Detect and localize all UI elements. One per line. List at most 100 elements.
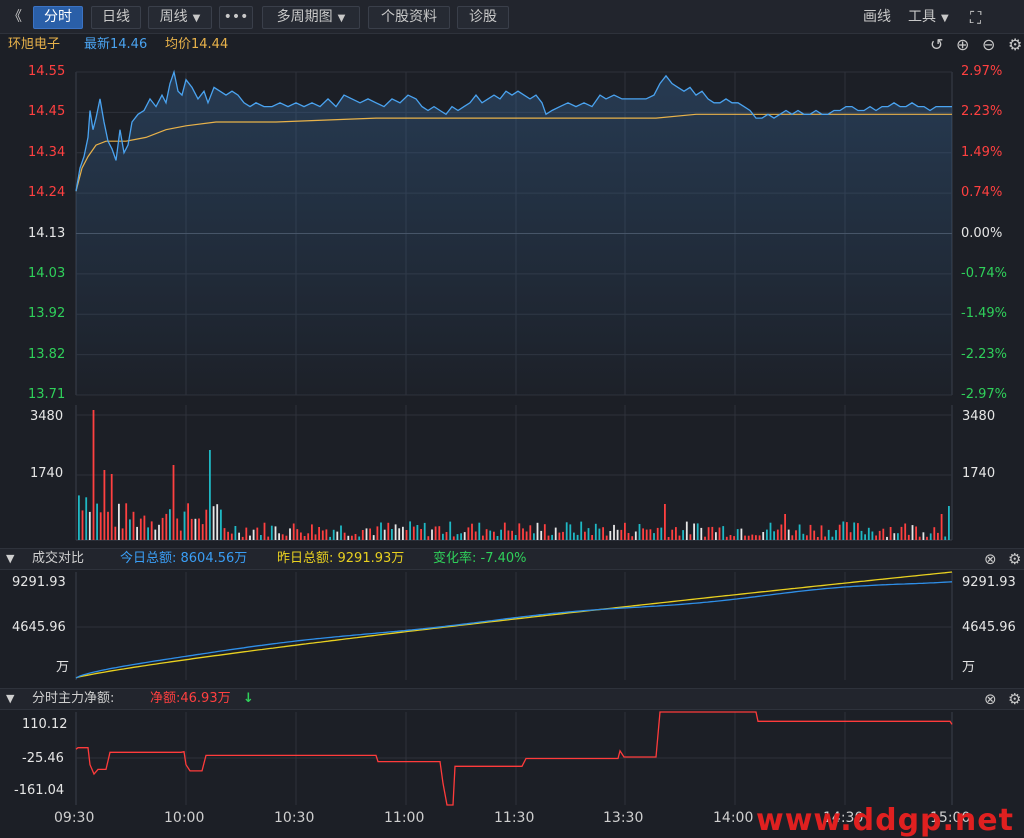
time-tick-label: 13:30 [603,810,644,826]
percent-tick-label: 2.97% [961,64,1003,79]
volume-bar [638,524,641,540]
volume-bar [682,530,684,540]
change-rate: 变化率: -7.40% [433,551,527,566]
volume-bar [405,530,408,540]
volume-bar [871,531,874,540]
volume-bar [514,535,517,540]
volume-bar [420,529,422,540]
volume-bar [474,531,477,540]
volume-bar [831,536,834,540]
volume-bar [569,524,572,540]
volume-bar [201,524,204,540]
volume-bar [274,526,277,540]
volume-bar [533,533,535,540]
volume-bar [329,536,331,540]
volume-bar [634,531,637,540]
volume-bar [147,527,149,540]
flow-axis-top: 110.12 [22,717,68,732]
volume-bar [857,523,859,540]
volume-bar [776,529,779,540]
volume-bar [540,530,543,540]
compare-axis-top-left: 9291.93 [12,575,66,590]
volume-bar [926,536,928,540]
volume-bar [813,530,816,540]
volume-bar [707,527,710,540]
volume-bar [220,509,222,540]
close-icon[interactable]: ⊗ [984,689,997,709]
price-tick-label: 13.92 [28,306,66,322]
compare-axis-top-right: 9291.93 [962,575,1016,590]
volume-bar [354,534,357,540]
time-tick-label: 11:00 [384,810,425,826]
close-icon[interactable]: ⊗ [984,549,997,569]
volume-bar [412,526,415,540]
time-tick-label: 11:30 [494,810,535,826]
volume-bar [445,532,448,540]
volume-bar [442,533,444,540]
collapse-icon[interactable]: ▼ [6,689,14,709]
volume-bar [369,528,371,540]
volume-bar [325,529,328,540]
volume-bar [216,504,219,540]
volume-bar [332,529,335,540]
volume-bar [642,528,644,540]
volume-bar [249,535,251,540]
volume-bar [602,527,604,540]
main-flow-title-bar: ▼ 分时主力净额: 净额:46.93万 ↓ ⊗ ⚙ [0,688,1024,710]
volume-bar [438,526,441,540]
volume-bar [784,514,786,540]
volume-bar [209,450,211,540]
volume-bar [347,535,350,540]
volume-axis-top-left: 3480 [30,409,64,424]
volume-bar [118,503,120,540]
volume-bar [587,528,590,540]
volume-bar [496,536,499,540]
volume-bar [933,527,936,540]
volume-bar [482,535,484,540]
volume-bar [179,530,182,540]
volume-bar [478,522,481,540]
volume-bar [85,497,88,540]
volume-bar [613,524,615,540]
volume-bar [198,518,200,540]
settings-icon[interactable]: ⚙ [1008,549,1021,569]
volume-bar [889,527,892,540]
volume-bar [183,511,186,540]
compare-axis-mid-left: 4645.96 [12,620,66,635]
volume-bar [802,533,805,540]
volume-bar [882,528,885,540]
volume-axis-mid-right: 1740 [962,466,996,481]
volume-bar [795,530,797,540]
price-tick-label: 14.34 [28,144,66,160]
volume-bar [867,527,870,540]
volume-bar [449,521,452,540]
price-tick-label: 14.13 [28,225,66,241]
collapse-icon[interactable]: ▼ [6,549,14,569]
volume-bar [103,470,106,540]
volume-bar [929,533,932,540]
volume-bar [212,506,215,540]
flow-axis-mid: -25.46 [22,751,64,766]
settings-icon[interactable]: ⚙ [1008,689,1021,709]
volume-bar [907,534,910,540]
volume-bar [547,535,550,540]
volume-bar [285,535,288,540]
volume-bar [456,534,459,540]
time-tick-label: 14:00 [713,810,754,826]
volume-compare-title: 成交对比 [32,551,85,566]
volume-bar [620,529,623,540]
volume-bar [500,529,502,540]
volume-bar [416,525,419,540]
volume-bar [252,529,255,540]
volume-bar [897,533,899,540]
volume-bar [125,503,128,540]
volume-bar [136,526,138,540]
volume-bar [143,515,146,540]
volume-bar [937,532,939,540]
volume-bar [915,526,917,540]
volume-bar [762,532,765,540]
volume-bar [522,528,524,540]
volume-bar [806,535,808,540]
volume-bar [78,495,80,540]
volume-bar [842,521,845,540]
